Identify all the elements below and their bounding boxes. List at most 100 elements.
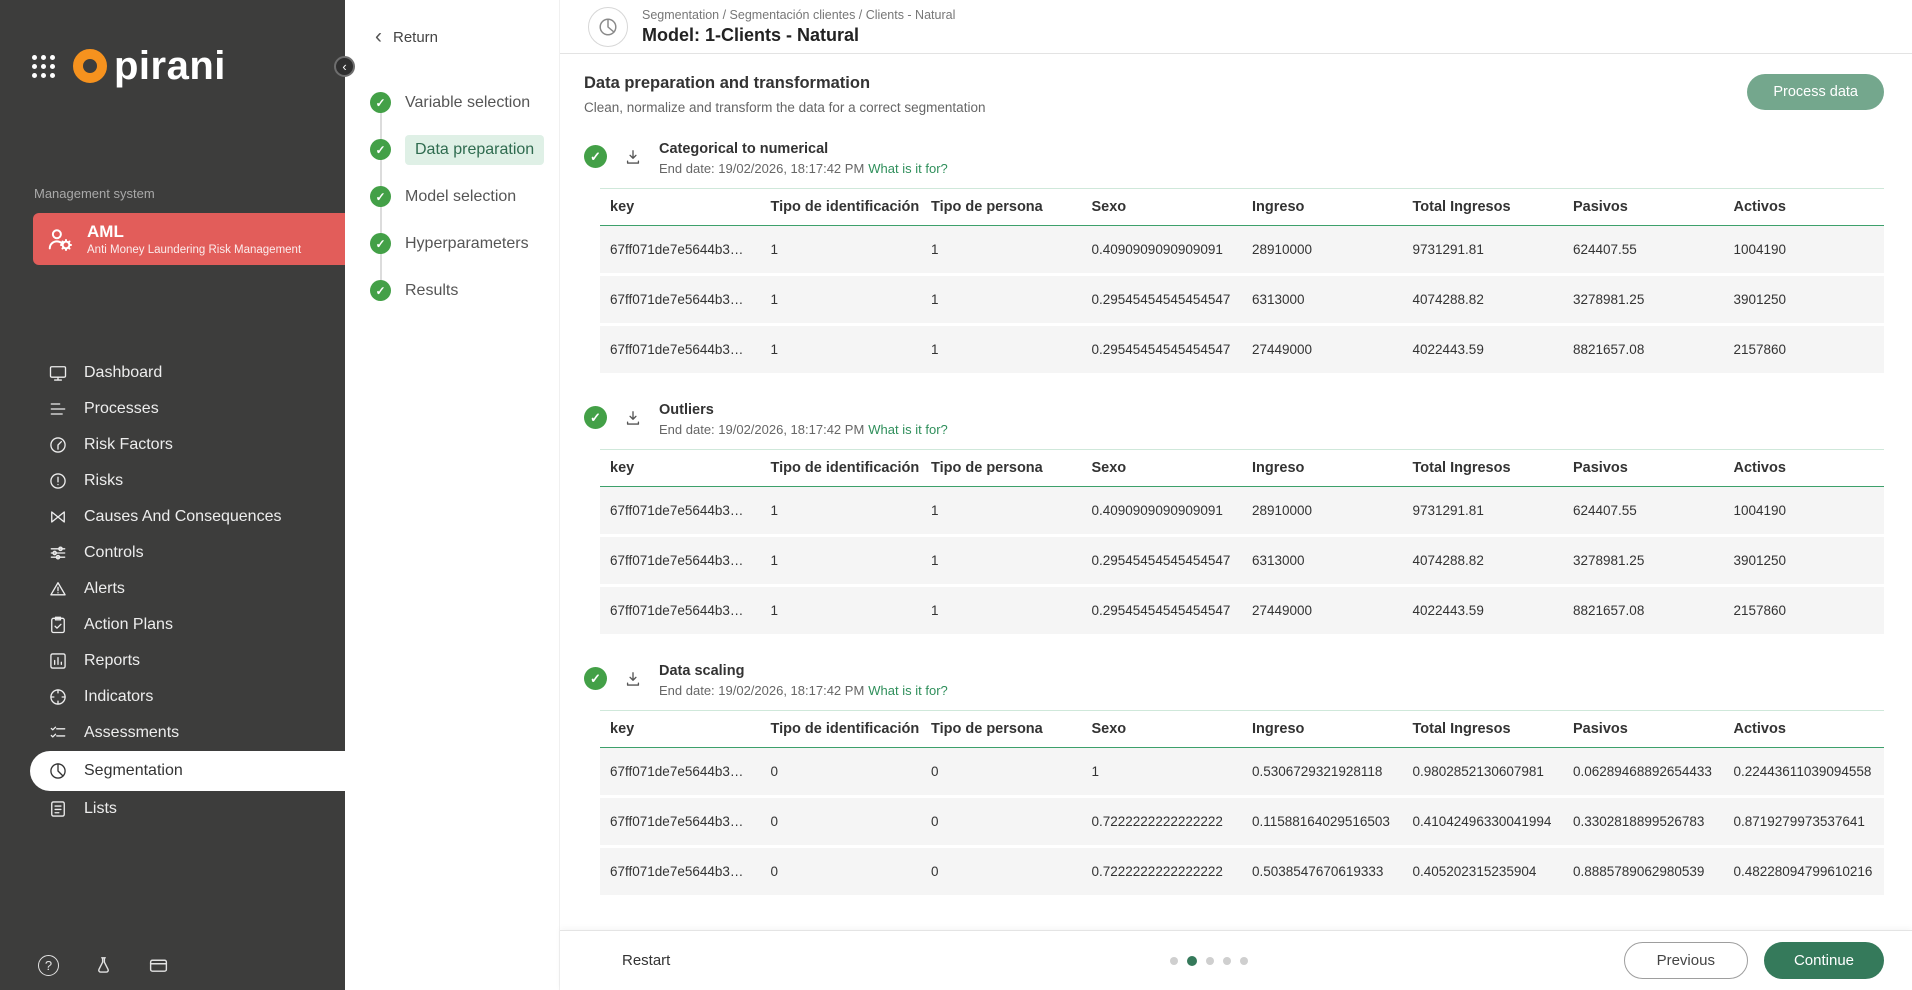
- table-cell: 67ff071de7e5644b318…: [600, 275, 761, 325]
- check-circle-icon: ✓: [584, 406, 607, 429]
- what-is-it-for-link[interactable]: What is it for?: [868, 161, 947, 176]
- sidebar-item-processes[interactable]: Processes: [0, 391, 345, 427]
- column-header: Total Ingresos: [1403, 711, 1564, 748]
- table-cell: 3901250: [1724, 536, 1885, 586]
- check-circle-icon: ✓: [584, 145, 607, 168]
- sidebar-item-label: Controls: [84, 544, 144, 562]
- collapse-sidebar-button[interactable]: ‹: [334, 56, 355, 77]
- table-cell: 0.8719279973537641: [1724, 797, 1885, 847]
- table-cell: 3278981.25: [1563, 275, 1724, 325]
- pie-chart-icon: [588, 7, 628, 47]
- check-circle-icon: ✓: [370, 92, 391, 113]
- sidebar-item-dashboard[interactable]: Dashboard: [0, 355, 345, 391]
- step-model-selection[interactable]: ✓ Model selection: [370, 173, 559, 220]
- table-cell: 2157860: [1724, 586, 1885, 636]
- section-end-date: End date: 19/02/2026, 18:17:42 PMWhat is…: [659, 683, 948, 698]
- sidebar-item-controls[interactable]: Controls: [0, 535, 345, 571]
- table-cell: 0.29545454545454547: [1082, 586, 1243, 636]
- column-header: Tipo de identificación: [761, 711, 922, 748]
- model-header: Segmentation / Segmentación clientes / C…: [560, 0, 1912, 54]
- sidebar-item-assessments[interactable]: Assessments: [0, 715, 345, 751]
- table-cell: 4022443.59: [1403, 586, 1564, 636]
- table-cell: 0.5038547670619333: [1242, 847, 1403, 897]
- download-icon: [623, 669, 643, 689]
- what-is-it-for-link[interactable]: What is it for?: [868, 683, 947, 698]
- download-button[interactable]: [620, 405, 646, 434]
- table-row: 67ff071de7e5644b318…110.2954545454545454…: [600, 275, 1884, 325]
- step-variable-selection[interactable]: ✓ Variable selection: [370, 79, 559, 126]
- what-is-it-for-link[interactable]: What is it for?: [868, 422, 947, 437]
- column-header: Activos: [1724, 450, 1885, 487]
- sidebar-item-alerts[interactable]: Alerts: [0, 571, 345, 607]
- section-head: ✓ Data scaling End date: 19/02/2026, 18:…: [584, 663, 1884, 698]
- pagination-dot[interactable]: [1223, 957, 1231, 965]
- step-data-preparation[interactable]: ✓ Data preparation: [370, 126, 559, 173]
- processes-icon: [48, 399, 68, 419]
- column-header: Total Ingresos: [1403, 189, 1564, 226]
- sidebar-item-causes-and-consequences[interactable]: Causes And Consequences: [0, 499, 345, 535]
- table-header-row: keyTipo de identificaciónTipo de persona…: [600, 711, 1884, 748]
- process-data-button[interactable]: Process data: [1747, 74, 1884, 110]
- check-circle-icon: ✓: [370, 280, 391, 301]
- column-header: Tipo de persona: [921, 711, 1082, 748]
- table-cell: 0: [761, 748, 922, 797]
- step-results[interactable]: ✓ Results: [370, 267, 559, 314]
- lab-flask-icon[interactable]: [93, 955, 114, 976]
- pagination-dot[interactable]: [1187, 956, 1197, 966]
- pagination-dot[interactable]: [1240, 957, 1248, 965]
- end-date-text: End date: 19/02/2026, 18:17:42 PM: [659, 161, 864, 176]
- column-header: Activos: [1724, 711, 1885, 748]
- table-cell: 0.29545454545454547: [1082, 275, 1243, 325]
- segmentation-icon: [48, 761, 68, 781]
- sidebar-item-risk-factors[interactable]: Risk Factors: [0, 427, 345, 463]
- sidebar-item-segmentation[interactable]: Segmentation: [30, 751, 345, 791]
- table-cell: 1: [921, 325, 1082, 375]
- section-head: ✓ Outliers End date: 19/02/2026, 18:17:4…: [584, 402, 1884, 437]
- table-cell: 1: [761, 275, 922, 325]
- table-row: 67ff071de7e5644b318…000.7222222222222222…: [600, 797, 1884, 847]
- help-icon[interactable]: ?: [38, 955, 59, 976]
- card-panel-icon[interactable]: [148, 955, 169, 976]
- table-cell: 28910000: [1242, 226, 1403, 275]
- aml-module-banner[interactable]: AML Anti Money Laundering Risk Managemen…: [33, 213, 345, 265]
- download-button[interactable]: [620, 144, 646, 173]
- restart-button[interactable]: Restart: [622, 952, 670, 969]
- step-label: Data preparation: [405, 135, 544, 165]
- download-icon: [623, 408, 643, 428]
- column-header: Total Ingresos: [1403, 450, 1564, 487]
- column-header: Pasivos: [1563, 189, 1724, 226]
- download-button[interactable]: [620, 666, 646, 695]
- chevron-left-icon: ‹: [375, 26, 382, 47]
- table-cell: 4074288.82: [1403, 275, 1564, 325]
- table-cell: 9731291.81: [1403, 487, 1564, 536]
- apps-grid-icon[interactable]: [32, 55, 55, 78]
- sidebar-item-indicators[interactable]: Indicators: [0, 679, 345, 715]
- pagination-dot[interactable]: [1206, 957, 1214, 965]
- continue-button[interactable]: Continue: [1764, 942, 1884, 979]
- sidebar-item-risks[interactable]: Risks: [0, 463, 345, 499]
- table-cell: 0.8885789062980539: [1563, 847, 1724, 897]
- lists-icon: [48, 799, 68, 819]
- step-label: Results: [405, 282, 458, 300]
- assessments-icon: [48, 723, 68, 743]
- table-cell: 0.9802852130607981: [1403, 748, 1564, 797]
- previous-button[interactable]: Previous: [1624, 942, 1748, 979]
- indicators-icon: [48, 687, 68, 707]
- controls-icon: [48, 543, 68, 563]
- table-cell: 67ff071de7e5644b318…: [600, 748, 761, 797]
- sidebar-item-label: Reports: [84, 652, 140, 670]
- sidebar-item-label: Risks: [84, 472, 123, 490]
- main-area: Segmentation / Segmentación clientes / C…: [560, 0, 1912, 990]
- sidebar-bottom-icons: ?: [38, 955, 169, 976]
- step-hyperparameters[interactable]: ✓ Hyperparameters: [370, 220, 559, 267]
- table-cell: 1: [921, 586, 1082, 636]
- sidebar: pirani Management system AML Anti Money …: [0, 0, 345, 990]
- step-label: Model selection: [405, 188, 516, 206]
- management-system-label: Management system: [34, 186, 345, 201]
- sidebar-item-action-plans[interactable]: Action Plans: [0, 607, 345, 643]
- sidebar-item-reports[interactable]: Reports: [0, 643, 345, 679]
- sidebar-item-lists[interactable]: Lists: [0, 791, 345, 827]
- pagination-dot[interactable]: [1170, 957, 1178, 965]
- return-button[interactable]: ‹ Return: [345, 28, 559, 47]
- data-step-section: ✓ Categorical to numerical End date: 19/…: [584, 141, 1884, 376]
